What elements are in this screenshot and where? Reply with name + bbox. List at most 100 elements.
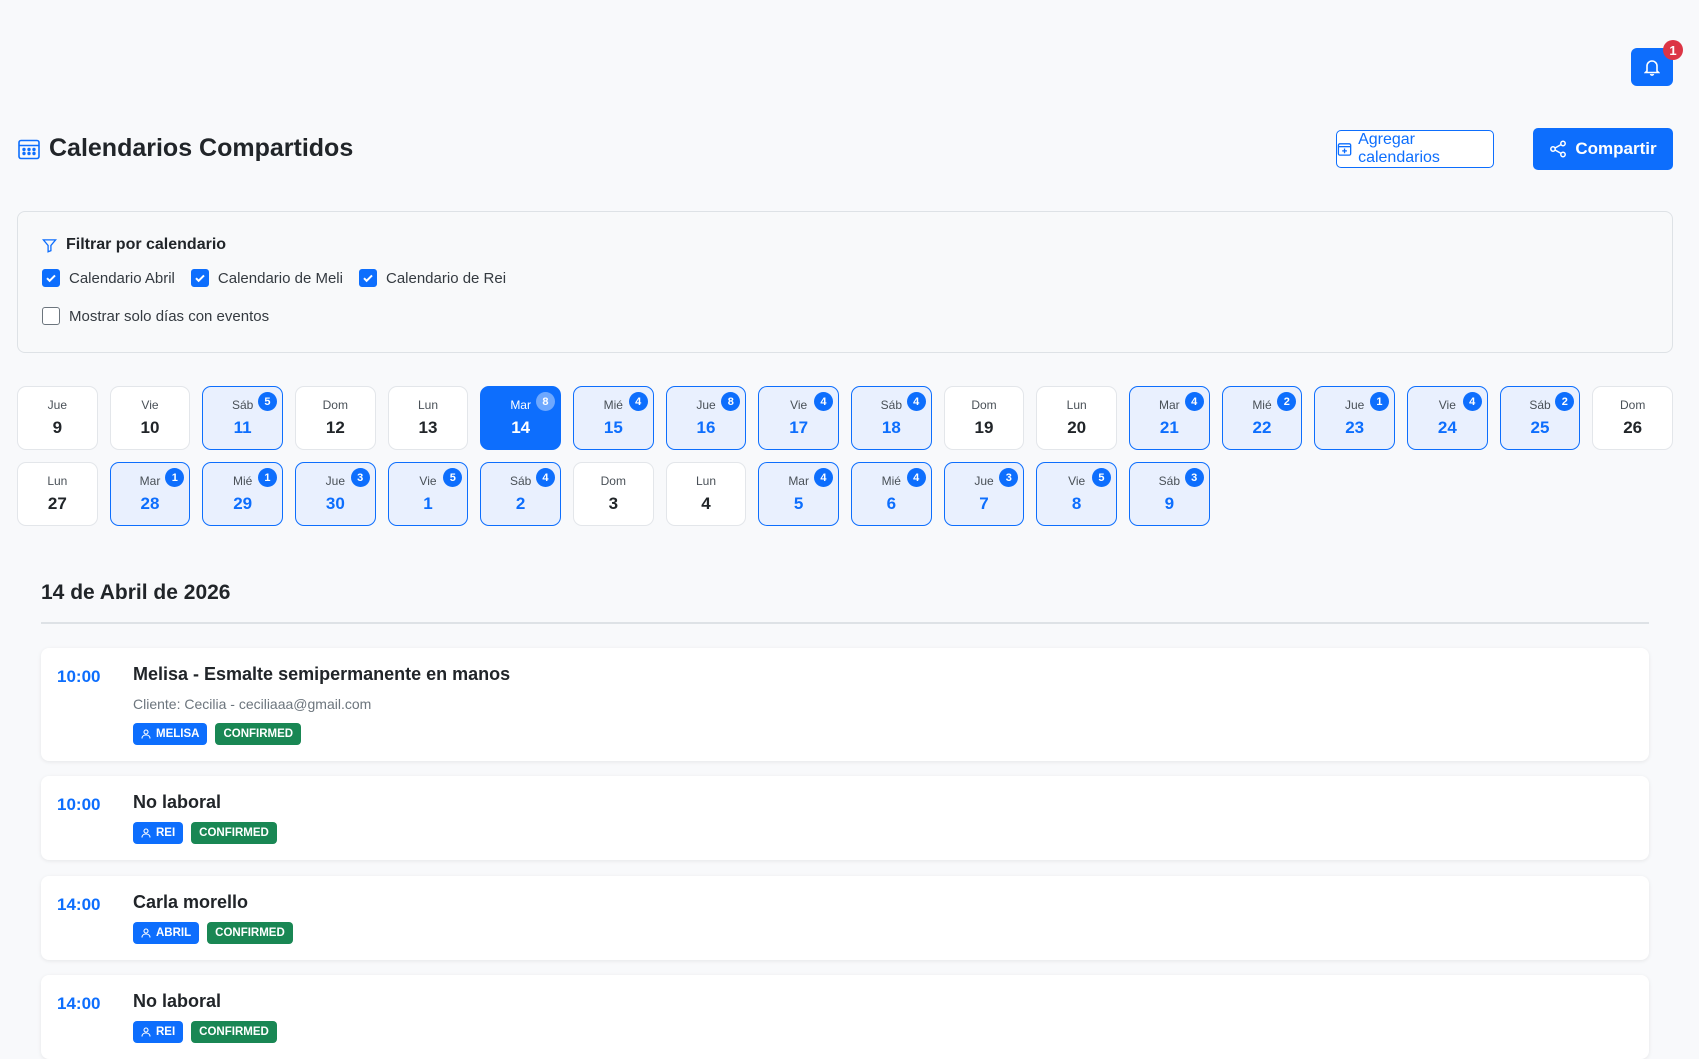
- day-name: Lun: [1066, 398, 1087, 412]
- event-count-badge: 1: [165, 468, 185, 487]
- day-tile[interactable]: Sáb 9 3: [1128, 462, 1210, 526]
- day-tile[interactable]: Vie 10: [109, 386, 191, 450]
- day-tile[interactable]: Jue 9: [17, 386, 98, 450]
- day-name: Jue: [325, 474, 345, 488]
- event-card[interactable]: 10:00 No laboral REI CONFIRMED: [41, 776, 1649, 860]
- day-number: 18: [881, 418, 901, 437]
- day-name: Vie: [790, 398, 808, 412]
- day-tile[interactable]: Mar 21 4: [1128, 386, 1210, 450]
- day-tile[interactable]: Mié 15 4: [572, 386, 654, 450]
- day-name: Mié: [232, 474, 253, 488]
- event-tags: REI CONFIRMED: [133, 822, 277, 844]
- day-number: 8: [1071, 494, 1082, 513]
- day-tile[interactable]: Lun 27: [17, 462, 98, 526]
- day-number: 19: [974, 418, 994, 437]
- event-time: 10:00: [57, 795, 101, 814]
- badge-label: REI: [156, 1026, 176, 1038]
- checkbox-calendario-abril[interactable]: Calendario Abril: [42, 269, 175, 287]
- event-subtitle: Cliente: Cecilia - ceciliaaa@gmail.com: [133, 696, 372, 712]
- day-name: Mié: [603, 398, 623, 412]
- day-number: 14: [511, 418, 531, 437]
- event-time: 14:00: [57, 895, 101, 914]
- checkbox-checked[interactable]: [358, 269, 377, 287]
- event-count-badge: 4: [1462, 392, 1482, 411]
- day-tile[interactable]: Lun 20: [1036, 386, 1117, 450]
- checkbox-unchecked[interactable]: [42, 307, 60, 325]
- day-tile[interactable]: Dom 12: [294, 386, 376, 450]
- share-button[interactable]: Compartir: [1533, 128, 1673, 170]
- day-tile[interactable]: Dom 3: [572, 462, 654, 526]
- day-number: 5: [793, 494, 804, 513]
- day-tile[interactable]: Vie 17 4: [758, 386, 839, 450]
- checkbox-calendario-rei[interactable]: Calendario de Rei: [358, 269, 506, 287]
- day-name: Vie: [419, 474, 437, 488]
- add-calendars-button[interactable]: Agregar calendarios: [1336, 130, 1494, 168]
- day-number: 29: [233, 494, 253, 513]
- day-number: 6: [886, 494, 897, 513]
- day-tile[interactable]: Sáb 25 2: [1499, 386, 1581, 450]
- day-number: 22: [1252, 418, 1272, 437]
- event-card[interactable]: 10:00 Melisa - Esmalte semipermanente en…: [41, 648, 1649, 761]
- day-tile[interactable]: Sáb 2 4: [480, 462, 561, 526]
- day-name: Sáb: [1529, 398, 1551, 412]
- day-tile[interactable]: Vie 1 5: [387, 462, 469, 526]
- day-name: Jue: [696, 398, 716, 412]
- event-count-badge: 4: [1184, 392, 1204, 411]
- day-tile[interactable]: Vie 24 4: [1406, 386, 1488, 450]
- day-tile[interactable]: Mié 22 2: [1221, 386, 1303, 450]
- day-number: 9: [1164, 494, 1175, 513]
- day-tile[interactable]: Dom 19: [943, 386, 1025, 450]
- event-count-badge: 4: [906, 468, 926, 487]
- notification-count-badge: 1: [1663, 40, 1683, 60]
- day-tile[interactable]: Mié 29 1: [202, 462, 283, 526]
- event-title: Melisa - Esmalte semipermanente en manos: [133, 664, 511, 684]
- event-count-badge: 4: [628, 392, 648, 411]
- event-tags: MELISA CONFIRMED: [133, 723, 302, 745]
- calendar-checkbox-list: Calendario Abril Calendario de Meli Cale…: [42, 269, 506, 287]
- day-name: Dom: [1619, 398, 1646, 412]
- event-count-badge: 2: [1277, 392, 1297, 411]
- page-title: Calendarios Compartidos: [49, 134, 354, 162]
- day-tile[interactable]: Sáb 11 5: [202, 386, 283, 450]
- status-badge: CONFIRMED: [215, 723, 302, 745]
- checkbox-calendario-meli[interactable]: Calendario de Meli: [190, 269, 343, 287]
- day-tile[interactable]: Jue 23 1: [1314, 386, 1395, 450]
- checkbox-only-days-with-events[interactable]: Mostrar solo días con eventos: [42, 307, 269, 325]
- day-tile[interactable]: Mar 28 1: [109, 462, 191, 526]
- day-tile[interactable]: Mié 6 4: [850, 462, 932, 526]
- day-number: 23: [1345, 418, 1365, 437]
- day-name: Sáb: [509, 474, 532, 488]
- event-card[interactable]: 14:00 Carla morello ABRIL CONFIRMED: [41, 876, 1649, 960]
- event-count-badge: 8: [535, 392, 555, 411]
- checkbox-checked[interactable]: [42, 269, 60, 287]
- selected-date-heading: 14 de Abril de 2026: [41, 581, 231, 604]
- event-title: No laboral: [133, 792, 222, 812]
- day-tile[interactable]: Lun 4: [665, 462, 747, 526]
- day-tile[interactable]: Vie 8 5: [1036, 462, 1117, 526]
- calendar-filter-panel: Filtrar por calendario Calendario Abril …: [17, 211, 1673, 353]
- day-number: 16: [696, 418, 716, 437]
- checkbox-checked[interactable]: [190, 269, 209, 287]
- event-count-badge: 3: [350, 468, 370, 487]
- day-number: 1: [423, 494, 433, 513]
- day-tile[interactable]: Jue 30 3: [294, 462, 376, 526]
- event-title: Carla morello: [133, 892, 249, 912]
- check-icon: [46, 274, 56, 283]
- calendar-owner-badge: ABRIL: [133, 922, 200, 944]
- day-tile[interactable]: Jue 7 3: [943, 462, 1025, 526]
- checkbox-label: Mostrar solo días con eventos: [69, 307, 270, 325]
- event-card[interactable]: 14:00 No laboral REI CONFIRMED: [41, 975, 1649, 1059]
- calendar-owner-badge: REI: [133, 1021, 184, 1043]
- day-name: Mié: [881, 474, 901, 488]
- day-tile[interactable]: Dom 26: [1592, 386, 1673, 450]
- day-tile[interactable]: Mar 14 8: [480, 386, 561, 450]
- event-count-badge: 3: [999, 468, 1019, 487]
- day-tile[interactable]: Sáb 18 4: [850, 386, 932, 450]
- day-tile[interactable]: Lun 13: [387, 386, 469, 450]
- day-selector-grid: Jue 9 Vie 10 Sáb 11 5 Dom 12 Lun 13 Mar 14 8 Mié 15 4 Jue…: [17, 386, 1673, 526]
- day-name: Vie: [141, 398, 159, 412]
- day-tile[interactable]: Jue 16 8: [665, 386, 747, 450]
- day-tile[interactable]: Mar 5 4: [758, 462, 839, 526]
- event-count-badge: 4: [535, 468, 555, 487]
- event-tags: ABRIL CONFIRMED: [133, 922, 293, 944]
